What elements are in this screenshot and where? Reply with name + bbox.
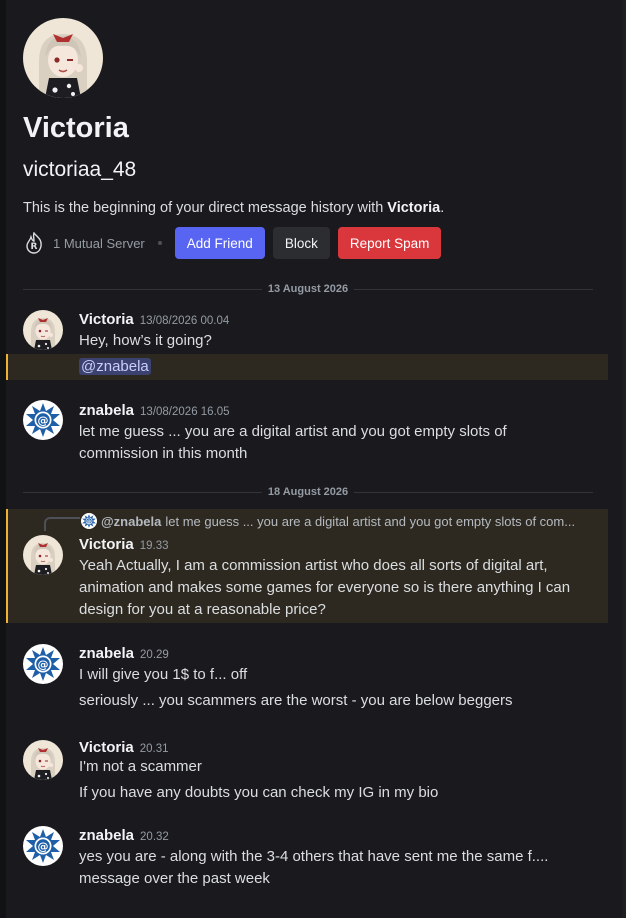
message-text: let me guess ... you are a digital artis…: [79, 423, 507, 440]
message-text: @znabela: [79, 356, 599, 378]
znabela-avatar[interactable]: [23, 644, 63, 684]
profile-username: victoriaa_48: [23, 158, 137, 181]
date-divider: 13 August 2026: [23, 282, 593, 296]
mutual-servers-link[interactable]: 1 Mutual Server: [53, 236, 145, 251]
reply-preview[interactable]: @znabela let me guess ... you are a digi…: [81, 513, 575, 529]
date-divider-label: 18 August 2026: [261, 485, 355, 499]
message-author[interactable]: znabela: [79, 827, 134, 844]
message-header: znabela 20.29: [79, 645, 169, 662]
message-timestamp: 20.29: [140, 649, 169, 661]
reply-text[interactable]: let me guess ... you are a digital artis…: [165, 514, 575, 529]
victoria-avatar[interactable]: [23, 535, 63, 575]
message-text: design for you at a reasonable price?: [79, 601, 326, 618]
flame-server-icon[interactable]: R: [23, 231, 45, 254]
intro-name: Victoria: [387, 200, 441, 216]
message-text: animation and makes some games for every…: [79, 579, 571, 596]
separator-dot: [157, 241, 162, 245]
message-text: yes you are - along with the 3-4 others …: [79, 848, 549, 865]
message-timestamp: 20.31: [139, 743, 169, 755]
message-text: I'm not a scammer: [79, 758, 202, 775]
message-header: Victoria 13/08/2026 00.04: [79, 311, 229, 328]
message-author[interactable]: Victoria: [79, 536, 134, 553]
message-item[interactable]: znabela 20.32 yes you are - along with t…: [6, 822, 606, 896]
message-item[interactable]: Victoria 13/08/2026 00.04 Hey, how’s it …: [6, 306, 606, 354]
block-button[interactable]: Block: [272, 227, 330, 259]
message-timestamp: 13/08/2026 16.05: [140, 406, 230, 418]
message-timestamp: 13/08/2026 00.04: [139, 315, 230, 327]
profile-actions: R 1 Mutual Server Add Friend Block Repor…: [23, 227, 613, 259]
message-text: Yeah Actually, I am a commission artist …: [79, 557, 548, 574]
znabela-avatar[interactable]: [23, 826, 63, 866]
message-mention-line[interactable]: @znabela: [6, 354, 608, 380]
profile-display-name: Victoria: [23, 112, 129, 144]
dm-profile-header: Victoria victoriaa_48 This is the beginn…: [23, 18, 613, 259]
date-divider: 18 August 2026: [23, 485, 593, 499]
message-item[interactable]: znabela 13/08/2026 16.05 let me guess ..…: [6, 394, 606, 468]
message-header: znabela 13/08/2026 16.05: [79, 402, 230, 419]
svg-text:R: R: [31, 242, 38, 252]
message-item[interactable]: Victoria 20.31 I'm not a scammer If you …: [6, 734, 606, 810]
message-author[interactable]: Victoria: [79, 739, 134, 756]
date-divider-label: 13 August 2026: [261, 282, 355, 296]
message-author[interactable]: Victoria: [79, 311, 134, 328]
report-spam-button[interactable]: Report Spam: [337, 227, 442, 259]
victoria-avatar[interactable]: [23, 740, 63, 780]
znabela-mini-avatar: [81, 513, 97, 529]
dm-intro-text: This is the beginning of your direct mes…: [23, 200, 613, 216]
scrollbar[interactable]: [622, 0, 626, 918]
intro-prefix: This is the beginning of your direct mes…: [23, 200, 388, 216]
message-text: Hey, how’s it going?: [79, 332, 212, 349]
message-header: znabela 20.32: [79, 827, 169, 844]
message-text: message over the past week: [79, 870, 270, 887]
message-text: commission in this month: [79, 445, 248, 462]
message-author[interactable]: znabela: [79, 645, 134, 662]
message-text: I will give you 1$ to f... off: [79, 666, 248, 683]
victoria-avatar[interactable]: [23, 310, 63, 350]
message-header: Victoria 20.31: [79, 739, 169, 756]
add-friend-button[interactable]: Add Friend: [174, 227, 265, 259]
message-item[interactable]: znabela 20.29 I will give you 1$ to f...…: [6, 640, 606, 716]
znabela-avatar[interactable]: [23, 400, 63, 440]
user-mention[interactable]: @znabela: [79, 358, 151, 375]
message-timestamp: 20.32: [140, 831, 169, 843]
reply-author[interactable]: @znabela: [101, 514, 161, 529]
message-timestamp: 19.33: [139, 540, 169, 552]
intro-suffix: .: [440, 200, 445, 216]
message-header: Victoria 19.33: [79, 536, 169, 553]
message-item-reply[interactable]: @znabela let me guess ... you are a digi…: [6, 509, 608, 623]
message-author[interactable]: znabela: [79, 402, 134, 419]
message-text: seriously ... you scammers are the worst…: [79, 692, 513, 709]
reply-connector: [44, 517, 80, 531]
message-text: If you have any doubts you can check my …: [79, 784, 439, 801]
profile-avatar[interactable]: [23, 18, 103, 98]
